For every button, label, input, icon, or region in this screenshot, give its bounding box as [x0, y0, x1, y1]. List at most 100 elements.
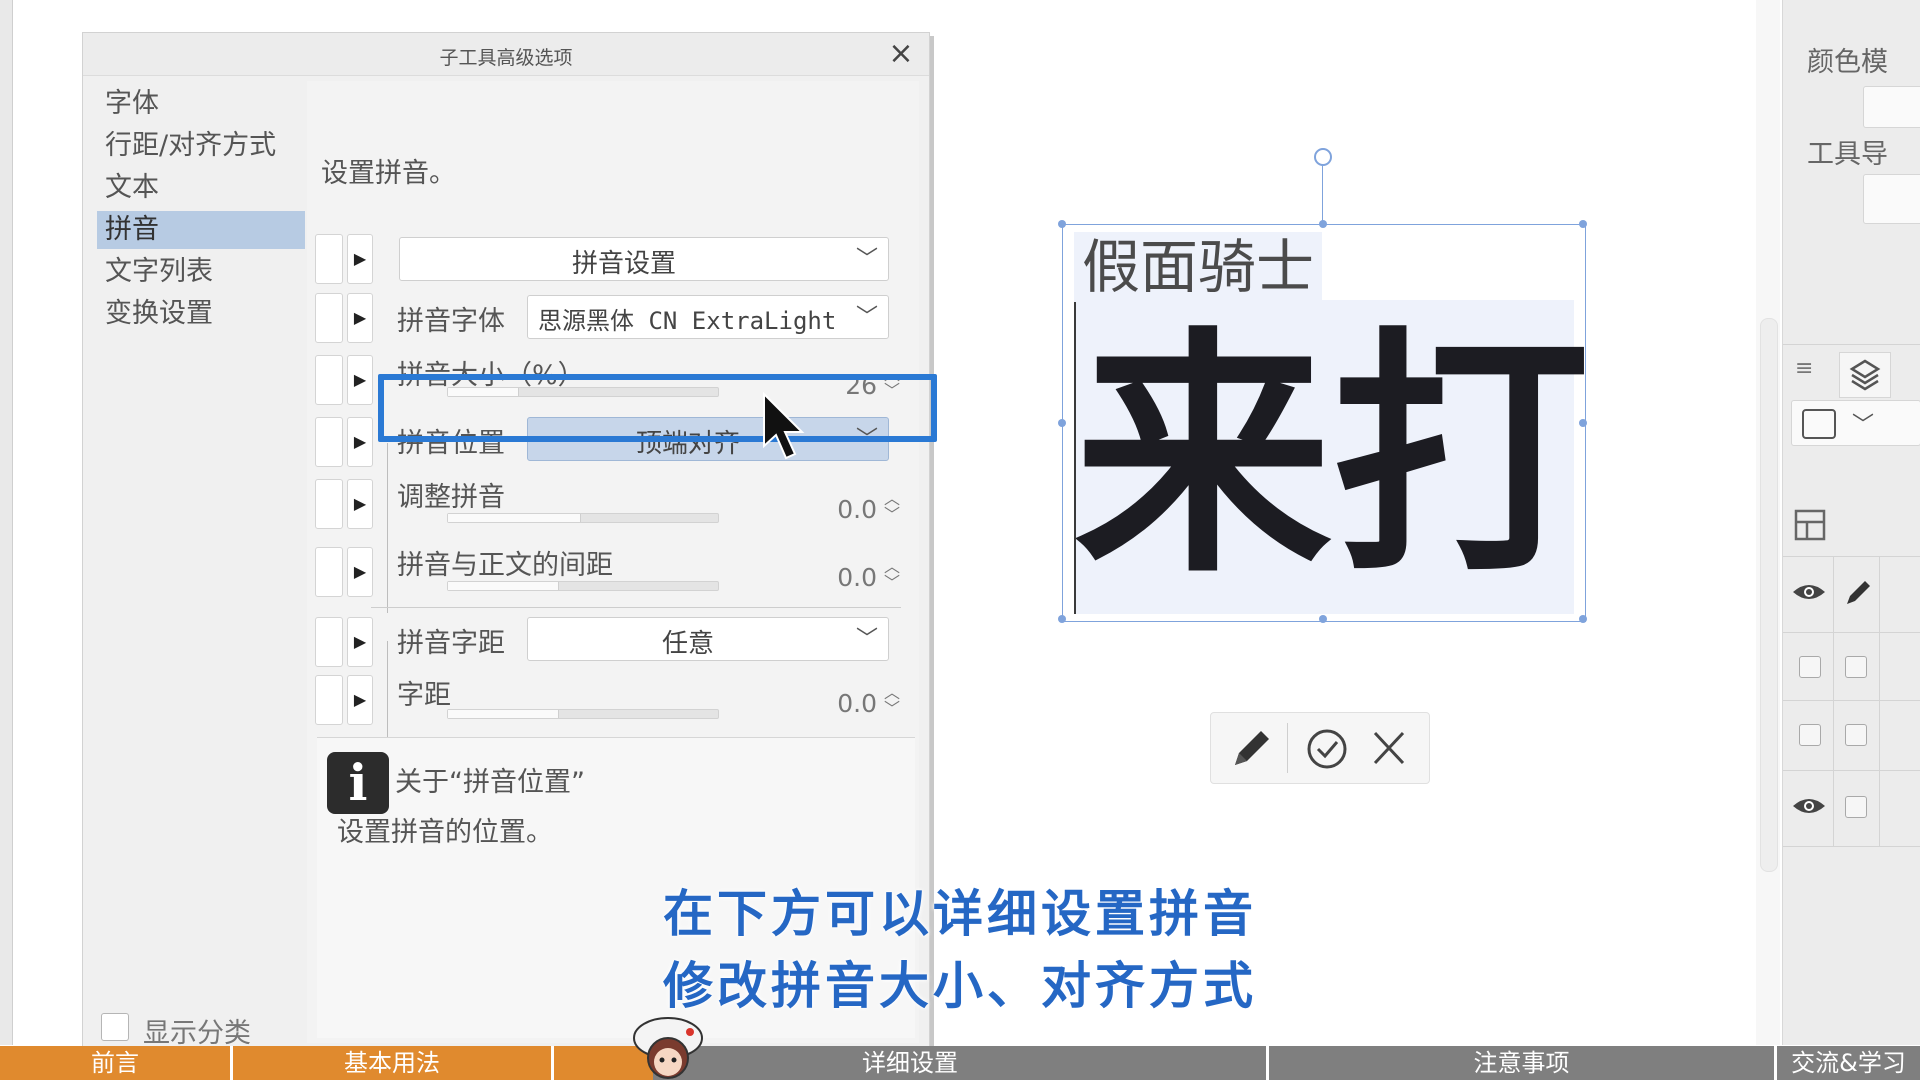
layer-checkbox[interactable]	[1845, 724, 1867, 746]
ruby-settings-value: 拼音设置	[571, 249, 676, 279]
spinner-arrows-icon[interactable]: ︿ ﹀	[881, 559, 903, 595]
resize-handle[interactable]	[1058, 220, 1066, 228]
layers-icon	[1849, 359, 1881, 391]
rotate-line	[1322, 162, 1323, 224]
layer-checkbox[interactable]	[1845, 796, 1867, 818]
dialog-titlebar[interactable]: 子工具高级选项 ×	[83, 33, 929, 76]
chevron-down-icon: ﹀	[855, 305, 878, 330]
play-icon[interactable]: ▶	[347, 355, 373, 405]
pen-icon[interactable]	[1223, 721, 1279, 775]
play-icon[interactable]: ▶	[347, 617, 373, 667]
adjust-ruby-value[interactable]: 0.0	[797, 495, 877, 524]
row-checkbox-adjust-ruby[interactable]	[315, 479, 343, 529]
category-item-ruby[interactable]: 拼音	[97, 211, 305, 249]
tool-navigator-field[interactable]	[1863, 174, 1920, 224]
ruby-settings-dropdown[interactable]: 拼音设置 ﹀	[399, 237, 889, 281]
resize-handle[interactable]	[1058, 615, 1066, 623]
chapter-intro[interactable]: 前言	[0, 1046, 230, 1080]
resize-handle[interactable]	[1579, 615, 1587, 623]
ruby-font-label: 拼音字体	[397, 306, 505, 337]
resize-handle[interactable]	[1319, 220, 1327, 228]
ruby-text[interactable]: 假面骑士	[1074, 232, 1323, 302]
video-chapter-bar[interactable]: 前言 基本用法 详细设置 注意事项 交流&学习	[0, 1046, 1920, 1080]
row-checkbox-char-spacing[interactable]	[315, 675, 343, 725]
blend-mode-dropdown[interactable]: ﹀	[1791, 400, 1920, 446]
row-checkbox-ruby-spacing[interactable]	[315, 617, 343, 667]
rotate-handle[interactable]	[1314, 148, 1332, 166]
info-body: 设置拼音的位置。	[337, 817, 553, 848]
row-checkbox-ruby-settings[interactable]	[315, 234, 343, 284]
confirm-check-icon[interactable]	[1299, 721, 1355, 775]
chapter-exchange-learning[interactable]: 交流&学习	[1777, 1046, 1920, 1080]
resize-handle[interactable]	[1579, 220, 1587, 228]
cancel-x-icon[interactable]	[1361, 721, 1417, 775]
grid-panel-icon[interactable]	[1793, 508, 1827, 542]
play-icon[interactable]: ▶	[347, 675, 373, 725]
text-edit-toolbar	[1210, 712, 1430, 784]
info-title: 关于“拼音位置”	[395, 767, 585, 798]
resize-handle[interactable]	[1058, 419, 1066, 427]
main-text[interactable]: 来打	[1074, 300, 1590, 614]
eye-icon[interactable]	[1791, 580, 1827, 604]
play-icon[interactable]: ▶	[347, 293, 373, 343]
ruby-gap-label: 拼音与正文的间距	[397, 550, 613, 581]
ruby-font-value: 思源黑体 CN ExtraLight	[538, 307, 837, 335]
category-item-font[interactable]: 字体	[97, 85, 305, 123]
play-icon[interactable]: ▶	[347, 547, 373, 597]
pen-icon[interactable]	[1841, 576, 1873, 608]
subtitle-line-1: 在下方可以详细设置拼音	[663, 885, 1257, 943]
row-checkbox-ruby-gap[interactable]	[315, 547, 343, 597]
slider-fill	[448, 514, 581, 522]
play-icon[interactable]: ▶	[347, 234, 373, 284]
layer-column-border	[1879, 556, 1880, 846]
chapter-notes[interactable]: 注意事项	[1269, 1046, 1774, 1080]
play-icon[interactable]: ▶	[347, 417, 373, 467]
category-item-text-list[interactable]: 文字列表	[97, 253, 305, 291]
category-item-line-spacing[interactable]: 行距/对齐方式	[97, 127, 305, 165]
subtitle-line-2: 修改拼音大小、对齐方式	[663, 957, 1257, 1015]
play-icon[interactable]: ▶	[347, 479, 373, 529]
adjust-ruby-slider[interactable]	[447, 513, 719, 523]
layer-tab[interactable]	[1839, 352, 1891, 398]
category-item-text[interactable]: 文本	[97, 169, 305, 207]
ruby-spacing-label: 拼音字距	[397, 628, 505, 659]
char-spacing-value[interactable]: 0.0	[797, 689, 877, 718]
resize-handle[interactable]	[1319, 615, 1327, 623]
layer-row-border	[1783, 846, 1920, 847]
row-checkbox-ruby-position[interactable]	[315, 417, 343, 467]
char-spacing-slider[interactable]	[447, 709, 719, 719]
slider-fill	[448, 582, 559, 590]
layer-checkbox[interactable]	[1799, 656, 1821, 678]
ruby-spacing-dropdown[interactable]: 任意 ﹀	[527, 617, 889, 661]
ruby-spacing-value: 任意	[661, 629, 714, 659]
layer-column-border	[1833, 556, 1834, 846]
eye-icon[interactable]	[1791, 794, 1827, 818]
layer-checkbox[interactable]	[1799, 724, 1821, 746]
toolbar-divider	[1287, 723, 1288, 773]
mouse-cursor-icon	[763, 392, 805, 460]
row-checkbox-ruby-size[interactable]	[315, 355, 343, 405]
spinner-arrows-icon[interactable]: ︿ ﹀	[881, 491, 903, 527]
layer-checkbox[interactable]	[1845, 656, 1867, 678]
category-item-transform[interactable]: 变换设置	[97, 295, 305, 333]
chevron-down-icon: ﹀	[855, 247, 878, 272]
color-mode-label: 颜色模	[1807, 47, 1888, 78]
ruby-gap-slider[interactable]	[447, 581, 719, 591]
close-icon[interactable]: ×	[883, 37, 919, 71]
spinner-arrows-icon[interactable]: ︿ ﹀	[881, 685, 903, 721]
char-spacing-label: 字距	[397, 680, 451, 711]
ruby-font-dropdown[interactable]: 思源黑体 CN ExtraLight ﹀	[527, 295, 889, 339]
panel-divider	[1783, 344, 1920, 345]
chevron-down-icon: ﹀	[855, 627, 878, 652]
ruby-gap-value[interactable]: 0.0	[797, 563, 877, 592]
canvas-scrollbar-thumb[interactable]	[1760, 318, 1778, 872]
tree-line	[387, 443, 388, 613]
layer-row-border	[1783, 770, 1920, 771]
layer-row-border	[1783, 700, 1920, 701]
chevron-down-icon: ﹀	[1852, 413, 1875, 438]
color-mode-field[interactable]	[1863, 86, 1920, 128]
menu-lines-icon[interactable]: ≡	[1795, 356, 1823, 384]
row-checkbox-ruby-font[interactable]	[315, 293, 343, 343]
chapter-basic-usage[interactable]: 基本用法	[233, 1046, 551, 1080]
layer-row-border	[1783, 632, 1920, 633]
